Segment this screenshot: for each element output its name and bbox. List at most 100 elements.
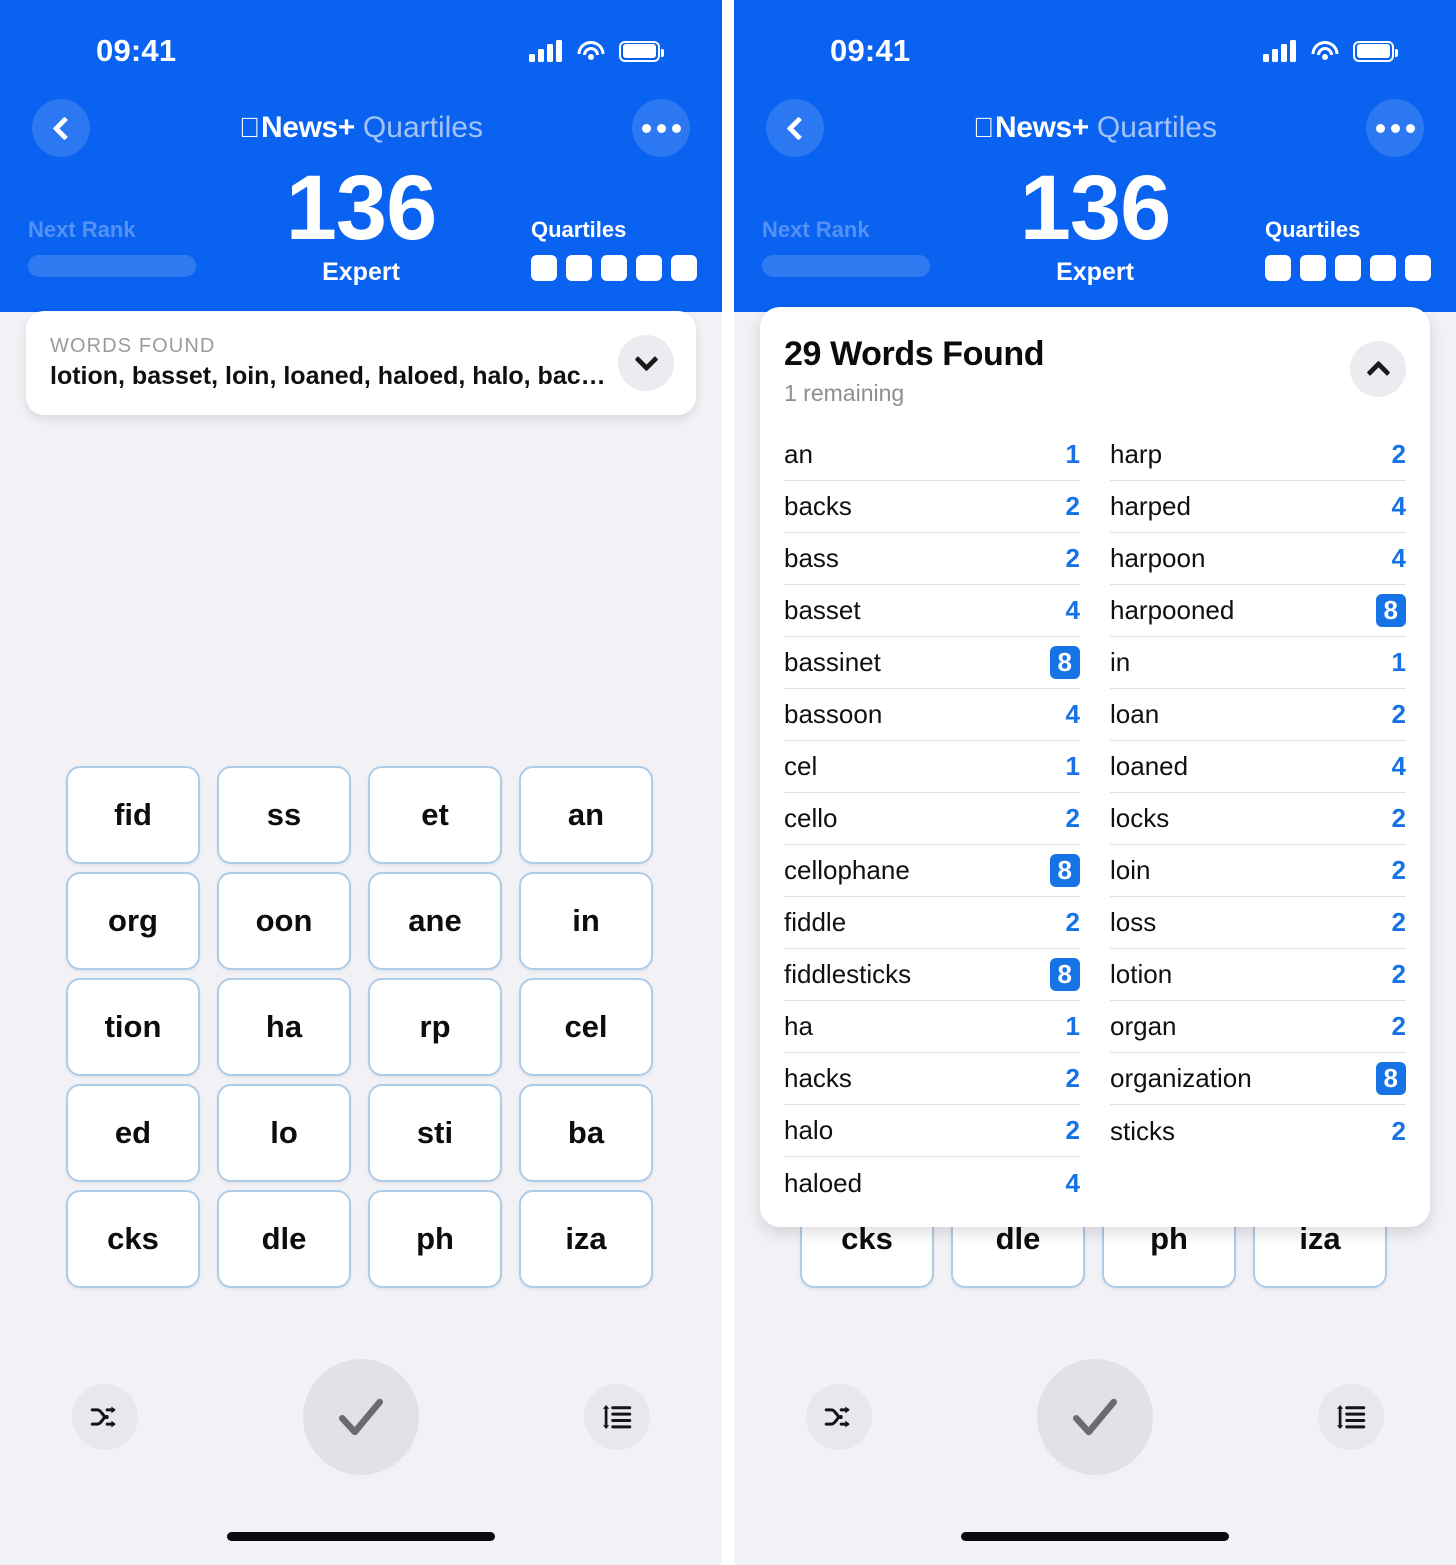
- word-row[interactable]: organ 2: [1110, 1001, 1406, 1053]
- word-points: 1: [1391, 647, 1406, 677]
- shuffle-button[interactable]: [806, 1384, 872, 1450]
- brand-quartiles: Quartiles: [1086, 111, 1217, 144]
- word-row[interactable]: locks 2: [1110, 793, 1406, 845]
- word-row[interactable]: bass 2: [784, 533, 1080, 585]
- words-found-text: WORDS FOUND lotion, basset, loin, loaned…: [50, 335, 618, 391]
- cellular-signal-icon: [529, 40, 562, 62]
- word-label: lotion: [1110, 959, 1173, 989]
- word-row[interactable]: cel 1: [784, 741, 1080, 793]
- left-stats-row: Next Rank 136 Expert Quartiles: [0, 162, 722, 312]
- sort-button[interactable]: [584, 1384, 650, 1450]
- words-found-collapsed-card[interactable]: WORDS FOUND lotion, basset, loin, loaned…: [26, 311, 696, 415]
- word-row[interactable]: harpooned 8: [1110, 585, 1406, 637]
- back-button[interactable]: [766, 99, 824, 157]
- word-row[interactable]: sticks 2: [1110, 1105, 1406, 1157]
- word-row[interactable]: haloed 4: [784, 1157, 1080, 1209]
- word-row[interactable]: loss 2: [1110, 897, 1406, 949]
- letter-tile[interactable]: org: [66, 872, 200, 970]
- word-row[interactable]: fiddle 2: [784, 897, 1080, 949]
- word-label: halo: [784, 1115, 834, 1145]
- letter-tile[interactable]: an: [519, 766, 653, 864]
- letter-tile[interactable]: ha: [217, 978, 351, 1076]
- word-points: 2: [1391, 855, 1406, 885]
- word-row[interactable]: halo 2: [784, 1105, 1080, 1157]
- word-points: 2: [1391, 907, 1406, 937]
- word-label: bass: [784, 543, 839, 573]
- app-title: News+Quartiles: [824, 113, 1366, 143]
- more-options-icon: [641, 123, 681, 133]
- word-row[interactable]: harp 2: [1110, 429, 1406, 481]
- left-phone-screen: 09:41 News+Quartiles: [0, 0, 722, 1565]
- letter-tile[interactable]: dle: [217, 1190, 351, 1288]
- word-points-badge: 8: [1375, 1062, 1406, 1095]
- sort-button[interactable]: [1318, 1384, 1384, 1450]
- word-row[interactable]: harpoon 4: [1110, 533, 1406, 585]
- more-options-button[interactable]: [632, 99, 690, 157]
- word-label: harp: [1110, 439, 1163, 469]
- word-row[interactable]: hacks 2: [784, 1053, 1080, 1105]
- letter-tile[interactable]: ba: [519, 1084, 653, 1182]
- word-row[interactable]: cellophane 8: [784, 845, 1080, 897]
- brand-news-plus: News+: [250, 111, 355, 144]
- letter-tile[interactable]: cel: [519, 978, 653, 1076]
- letter-tile[interactable]: ss: [217, 766, 351, 864]
- submit-button[interactable]: [1037, 1359, 1153, 1475]
- word-points: 2: [1391, 699, 1406, 729]
- word-row[interactable]: basset 4: [784, 585, 1080, 637]
- status-bar-icons: [529, 40, 664, 62]
- word-row[interactable]: fiddlesticks 8: [784, 949, 1080, 1001]
- letter-tile[interactable]: ed: [66, 1084, 200, 1182]
- right-phone-screen: 09:41 News+Quartiles: [734, 0, 1456, 1565]
- chevron-left-icon: [785, 115, 811, 141]
- expand-words-button[interactable]: [618, 335, 674, 391]
- letter-tile[interactable]: ph: [368, 1190, 502, 1288]
- letter-tile[interactable]: cks: [66, 1190, 200, 1288]
- word-label: loin: [1110, 855, 1151, 885]
- more-options-button[interactable]: [1366, 99, 1424, 157]
- cellular-signal-icon: [1263, 40, 1296, 62]
- letter-tile[interactable]: et: [368, 766, 502, 864]
- word-row[interactable]: loaned 4: [1110, 741, 1406, 793]
- word-label: basset: [784, 595, 861, 625]
- letter-tile[interactable]: ane: [368, 872, 502, 970]
- word-row[interactable]: bassinet 8: [784, 637, 1080, 689]
- quartiles-boxes: [1265, 255, 1431, 281]
- word-row[interactable]: loan 2: [1110, 689, 1406, 741]
- word-label: organ: [1110, 1011, 1177, 1041]
- letter-tile[interactable]: iza: [519, 1190, 653, 1288]
- collapse-words-button[interactable]: [1350, 341, 1406, 397]
- letter-tile[interactable]: oon: [217, 872, 351, 970]
- letter-tile[interactable]: rp: [368, 978, 502, 1076]
- word-row[interactable]: an 1: [784, 429, 1080, 481]
- letter-tile[interactable]: in: [519, 872, 653, 970]
- submit-button[interactable]: [303, 1359, 419, 1475]
- letter-tile[interactable]: fid: [66, 766, 200, 864]
- letter-tile[interactable]: tion: [66, 978, 200, 1076]
- letter-tile[interactable]: lo: [217, 1084, 351, 1182]
- word-row[interactable]: harped 4: [1110, 481, 1406, 533]
- word-points: 2: [1391, 1115, 1406, 1146]
- word-points: 4: [1065, 595, 1080, 625]
- shuffle-button[interactable]: [72, 1384, 138, 1450]
- dual-screenshot-stage: 09:41 News+Quartiles: [0, 0, 1456, 1565]
- words-remaining-label: 1 remaining: [784, 380, 905, 406]
- word-row[interactable]: cello 2: [784, 793, 1080, 845]
- word-row[interactable]: in 1: [1110, 637, 1406, 689]
- word-row[interactable]: backs 2: [784, 481, 1080, 533]
- words-column-right: harp 2 harped 4 harpoon 4 harpooned 8 in 1 loan 2 lo…: [1110, 429, 1406, 1209]
- quartiles-indicator: Quartiles: [531, 217, 697, 281]
- word-points: 4: [1065, 699, 1080, 729]
- chevron-left-icon: [51, 115, 77, 141]
- word-points: 2: [1065, 1115, 1080, 1145]
- word-row[interactable]: lotion 2: [1110, 949, 1406, 1001]
- back-button[interactable]: [32, 99, 90, 157]
- word-row[interactable]: organization 8: [1110, 1053, 1406, 1105]
- letter-tile[interactable]: sti: [368, 1084, 502, 1182]
- word-label: bassoon: [784, 699, 883, 729]
- word-label: harpooned: [1110, 595, 1235, 625]
- word-row[interactable]: bassoon 4: [784, 689, 1080, 741]
- word-points: 2: [1391, 1011, 1406, 1041]
- word-row[interactable]: ha 1: [784, 1001, 1080, 1053]
- word-label: fiddle: [784, 907, 847, 937]
- word-row[interactable]: loin 2: [1110, 845, 1406, 897]
